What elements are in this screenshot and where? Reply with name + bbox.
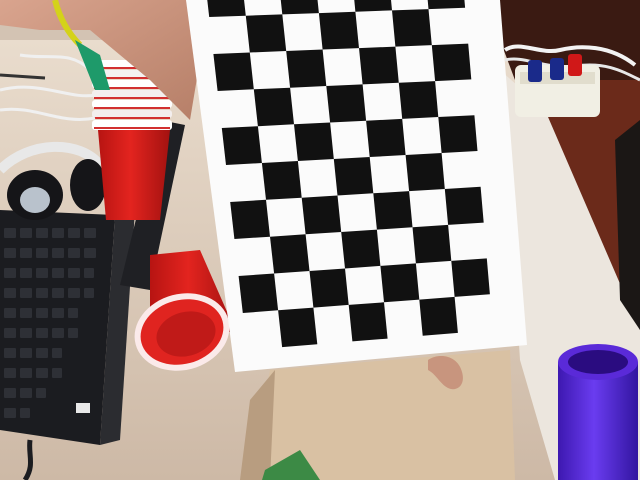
checker-square	[405, 153, 445, 192]
checker-square	[427, 0, 466, 10]
checker-square	[354, 0, 392, 12]
checker-square	[213, 52, 254, 91]
checker-square	[398, 81, 439, 119]
checker-square	[431, 43, 472, 82]
checker-square	[359, 46, 399, 85]
checker-square	[318, 11, 359, 50]
checker-square	[309, 268, 349, 308]
checker-square	[333, 157, 374, 196]
checker-square	[280, 0, 319, 15]
checker-square	[245, 14, 287, 53]
checker-square	[438, 115, 478, 153]
checker-square	[326, 84, 367, 123]
checker-square	[301, 195, 342, 235]
checker-square	[238, 273, 279, 313]
checker-square	[366, 118, 406, 157]
checker-square	[412, 224, 452, 264]
checker-square	[348, 302, 388, 342]
checker-square	[419, 296, 458, 336]
checker-square	[207, 0, 246, 17]
checker-square	[373, 191, 413, 230]
checker-square	[286, 49, 327, 88]
checker-square	[294, 122, 334, 161]
photo-scene	[0, 0, 640, 480]
checker-square	[230, 199, 270, 239]
checker-square	[392, 9, 432, 47]
purple-cylinder	[558, 344, 638, 480]
checker-square	[341, 229, 381, 269]
checker-square	[261, 161, 302, 200]
checker-square	[451, 258, 490, 297]
checker-square	[270, 234, 310, 274]
checker-square	[380, 263, 420, 303]
checker-square	[221, 126, 262, 165]
checker-square	[444, 186, 484, 225]
checker-square	[278, 307, 318, 348]
checker-square	[253, 87, 294, 127]
